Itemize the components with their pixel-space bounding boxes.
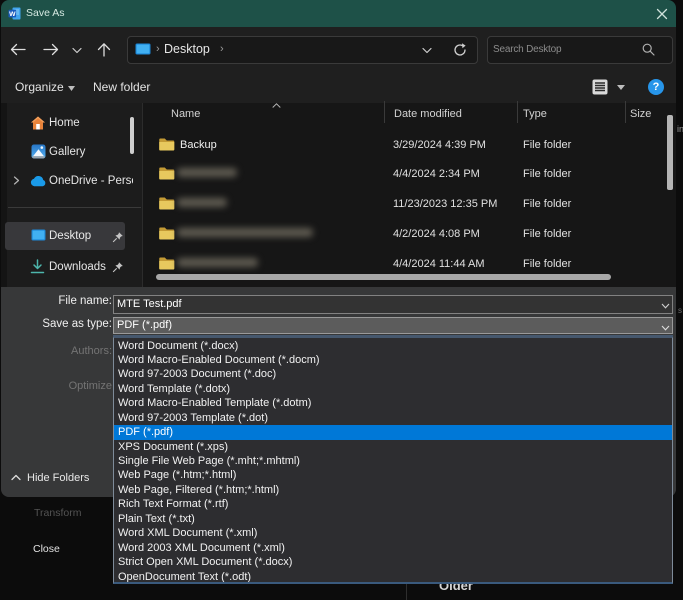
- svg-text:W: W: [9, 11, 16, 18]
